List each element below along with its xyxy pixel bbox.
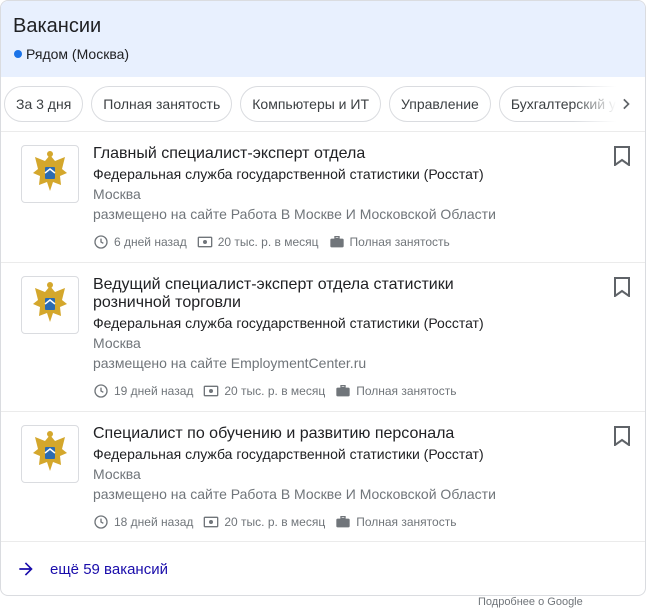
company-logo <box>21 276 79 334</box>
salary-meta: 20 тыс. р. в месяц <box>203 514 325 530</box>
location-dot-icon <box>14 50 22 58</box>
emblem-icon <box>33 282 67 322</box>
job-title[interactable]: Специалист по обучению и развитию персон… <box>93 425 483 443</box>
job-source: размещено на сайте Работа В Москве И Мос… <box>93 486 496 502</box>
posted-meta: 6 дней назад <box>93 234 187 250</box>
bookmark-icon <box>614 146 630 166</box>
employment-meta: Полная занятость <box>335 514 456 530</box>
filter-chips: За 3 дня Полная занятость Компьютеры и ИТ У… <box>1 77 645 132</box>
save-job-button[interactable] <box>611 424 633 448</box>
arrow-right-icon <box>19 562 33 576</box>
location-label: Рядом (Москва) <box>26 46 130 62</box>
job-title[interactable]: Главный специалист-эксперт отдела <box>93 145 483 163</box>
posted-text: 19 дней назад <box>114 384 194 398</box>
job-source: размещено на сайте Работа В Москве И Мос… <box>93 206 496 222</box>
more-jobs-label: ещё 59 вакансий <box>50 560 168 578</box>
job-listing[interactable]: Главный специалист-эксперт отдела Федера… <box>1 132 645 263</box>
briefcase-icon <box>336 516 350 528</box>
chip-3-days[interactable]: За 3 дня <box>4 86 84 122</box>
job-company: Федеральная служба государственной стати… <box>93 166 484 182</box>
jobs-card: Вакансии Рядом (Москва) За 3 дня Полная з… <box>0 0 646 596</box>
posted-text: 6 дней назад <box>114 235 187 249</box>
employment-text: Полная занятость <box>356 384 457 398</box>
employment-text: Полная занятость <box>356 515 457 529</box>
location-filter[interactable]: Рядом (Москва) <box>13 44 633 64</box>
posted-text: 18 дней назад <box>114 515 194 529</box>
job-title[interactable]: Ведущий специалист-эксперт отдела статис… <box>93 276 483 312</box>
jobs-title: Вакансии <box>13 15 102 37</box>
jobs-header: Вакансии Рядом (Москва) <box>1 1 645 77</box>
emblem-icon <box>33 151 67 191</box>
clock-icon <box>94 515 108 529</box>
job-listing[interactable]: Ведущий специалист-эксперт отдела статис… <box>1 263 645 412</box>
chevron-right-icon <box>623 98 630 110</box>
job-meta: 18 дней назад 20 тыс. р. в месяц Полная … <box>93 514 645 530</box>
job-meta: 6 дней назад 20 тыс. р. в месяц Полная з… <box>93 234 645 250</box>
clock-icon <box>94 384 108 398</box>
save-job-button[interactable] <box>611 144 633 168</box>
salary-text: 20 тыс. р. в месяц <box>224 515 326 529</box>
job-listing[interactable]: Специалист по обучению и развитию персон… <box>1 412 645 542</box>
money-icon <box>204 516 219 528</box>
employment-meta: Полная занятость <box>329 234 450 250</box>
salary-text: 20 тыс. р. в месяц <box>224 384 326 398</box>
posted-meta: 18 дней назад <box>93 514 193 530</box>
bookmark-icon <box>614 277 630 297</box>
posted-meta: 19 дней назад <box>93 383 193 399</box>
chip-computers-it[interactable]: Компьютеры и ИТ <box>240 86 382 122</box>
employment-text: Полная занятость <box>349 235 450 249</box>
briefcase-icon <box>329 236 344 248</box>
emblem-icon <box>33 431 67 471</box>
job-meta: 19 дней назад 20 тыс. р. в месяц Полная … <box>93 383 645 399</box>
money-icon <box>204 385 219 397</box>
salary-meta: 20 тыс. р. в месяц <box>203 383 325 399</box>
clock-icon <box>94 235 108 249</box>
salary-text: 20 тыс. р. в месяц <box>217 235 319 249</box>
company-logo <box>21 425 79 483</box>
job-city: Москва <box>93 186 141 202</box>
briefcase-icon <box>336 385 350 397</box>
job-city: Москва <box>93 466 141 482</box>
chip-management[interactable]: Управление <box>389 86 491 122</box>
save-job-button[interactable] <box>611 275 633 299</box>
employment-meta: Полная занятость <box>335 383 456 399</box>
more-jobs-link[interactable]: ещё 59 вакансий <box>1 542 645 595</box>
job-source: размещено на сайте EmploymentCenter.ru <box>93 355 367 371</box>
chips-next-button[interactable] <box>613 90 641 118</box>
job-city: Москва <box>93 335 141 351</box>
job-company: Федеральная служба государственной стати… <box>93 446 484 462</box>
money-icon <box>197 236 213 248</box>
footer-hint[interactable]: Подробнее о Google <box>478 596 583 608</box>
company-logo <box>21 145 79 203</box>
salary-meta: 20 тыс. р. в месяц <box>197 234 319 250</box>
job-company: Федеральная служба государственной стати… <box>93 315 484 331</box>
bookmark-icon <box>614 426 630 446</box>
chip-full-time[interactable]: Полная занятость <box>91 86 233 122</box>
